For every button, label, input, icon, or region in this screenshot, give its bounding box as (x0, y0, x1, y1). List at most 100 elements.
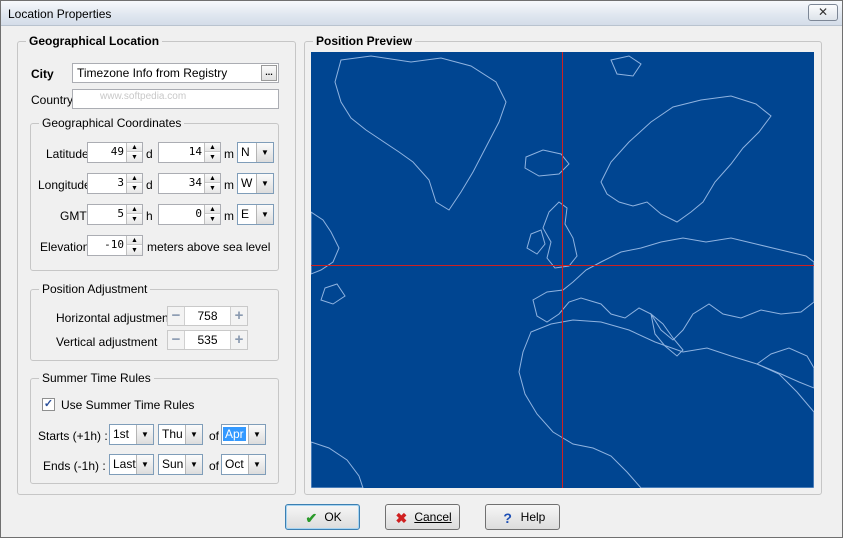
location-properties-dialog: Location Properties ✕ Geographical Locat… (0, 0, 843, 538)
use-summer-time-checkbox[interactable]: ✓ (42, 398, 55, 411)
world-map-preview[interactable] (311, 52, 814, 488)
city-browse-button[interactable]: ... (261, 65, 277, 81)
chevron-down-icon[interactable]: ▼ (256, 174, 273, 193)
country-label: Country (31, 93, 74, 107)
ok-button[interactable]: ✔ OK (285, 504, 360, 530)
spin-up-icon[interactable]: ▲ (127, 143, 142, 152)
spin-down-icon[interactable]: ▼ (205, 215, 220, 224)
window-title: Location Properties (8, 7, 112, 21)
chevron-down-icon[interactable]: ▼ (248, 455, 265, 474)
cancel-button[interactable]: ✖ Cancel (385, 504, 460, 530)
close-icon: ✖ (395, 510, 408, 526)
horizontal-adjustment-value: 758 (197, 309, 218, 323)
chevron-down-icon[interactable]: ▼ (136, 455, 153, 474)
spin-down-icon[interactable]: ▼ (127, 215, 142, 224)
latitude-minutes-unit: m (224, 147, 234, 161)
help-icon: ? (503, 510, 512, 526)
longitude-degrees-spinner[interactable]: 3 ▲ ▼ (87, 173, 143, 194)
latitude-direction-select[interactable]: N ▼ (237, 142, 274, 163)
spinner-arrows: ▲ ▼ (204, 174, 220, 193)
starts-week-select[interactable]: 1st ▼ (109, 424, 154, 445)
gmt-label: GMT (60, 209, 87, 223)
longitude-degrees-value: 3 (117, 176, 124, 189)
longitude-minutes-spinner[interactable]: 34 ▲ ▼ (158, 173, 221, 194)
minus-icon[interactable]: − (168, 331, 185, 349)
spinner-arrows: ▲ ▼ (204, 205, 220, 224)
ends-week-select[interactable]: Last ▼ (109, 454, 154, 475)
spin-up-icon[interactable]: ▲ (127, 174, 142, 183)
use-summer-time-label[interactable]: Use Summer Time Rules (61, 398, 194, 412)
spin-down-icon[interactable]: ▼ (127, 184, 142, 193)
ends-of-label: of (209, 459, 220, 473)
coastline-south-america (311, 441, 364, 488)
elevation-value: -10 (104, 238, 124, 251)
elevation-spinner[interactable]: -10 ▲ ▼ (87, 235, 143, 256)
chevron-down-icon[interactable]: ▼ (248, 425, 265, 444)
gmt-minutes-spinner[interactable]: 0 ▲ ▼ (158, 204, 221, 225)
spin-down-icon[interactable]: ▼ (205, 153, 220, 162)
position-preview-heading: Position Preview (313, 34, 416, 48)
spin-down-icon[interactable]: ▼ (127, 153, 142, 162)
horizontal-adjustment-label: Horizontal adjustment (56, 311, 173, 325)
spinner-arrows: ▲ ▼ (204, 143, 220, 162)
latitude-label: Latitude (46, 147, 89, 161)
spin-down-icon[interactable]: ▼ (127, 246, 142, 255)
latitude-degrees-unit: d (146, 147, 153, 161)
chevron-down-icon[interactable]: ▼ (256, 205, 273, 224)
spin-up-icon[interactable]: ▲ (205, 205, 220, 214)
vertical-adjustment-stepper[interactable]: − 535 + (167, 330, 248, 350)
starts-month-select[interactable]: Apr ▼ (221, 424, 266, 445)
spin-up-icon[interactable]: ▲ (127, 205, 142, 214)
ok-label: OK (324, 510, 342, 524)
chevron-down-icon[interactable]: ▼ (185, 455, 202, 474)
plus-icon[interactable]: + (230, 331, 247, 349)
vertical-adjustment-label: Vertical adjustment (56, 335, 158, 349)
elevation-unit: meters above sea level (147, 240, 271, 254)
ends-month-select[interactable]: Oct ▼ (221, 454, 266, 475)
longitude-minutes-unit: m (224, 178, 234, 192)
coordinates-heading: Geographical Coordinates (39, 116, 185, 130)
chevron-down-icon[interactable]: ▼ (185, 425, 202, 444)
longitude-direction-select[interactable]: W ▼ (237, 173, 274, 194)
close-button[interactable]: ✕ (808, 4, 838, 21)
coastline-greenland (334, 55, 507, 211)
ends-month-value: Oct (225, 457, 244, 471)
starts-label: Starts (+1h) : (38, 429, 108, 443)
gmt-minutes-value: 0 (195, 207, 202, 220)
elevation-label: Elevation (40, 240, 90, 254)
horizontal-adjustment-stepper[interactable]: − 758 + (167, 306, 248, 326)
spin-up-icon[interactable]: ▲ (205, 174, 220, 183)
title-bar: Location Properties ✕ (1, 1, 842, 26)
longitude-minutes-value: 34 (188, 176, 202, 189)
latitude-minutes-value: 14 (188, 145, 202, 158)
chevron-down-icon[interactable]: ▼ (256, 143, 273, 162)
chevron-down-icon[interactable]: ▼ (136, 425, 153, 444)
coastline-svalbard (610, 55, 642, 77)
latitude-degrees-spinner[interactable]: 49 ▲ ▼ (87, 142, 143, 163)
spinner-arrows: ▲ ▼ (126, 236, 142, 255)
vertical-adjustment-value: 535 (197, 333, 218, 347)
gmt-hours-value: 5 (117, 207, 124, 220)
coastline-north-america (311, 211, 346, 305)
spinner-arrows: ▲ ▼ (126, 174, 142, 193)
starts-day-value: Thu (162, 427, 183, 441)
gmt-direction-select[interactable]: E ▼ (237, 204, 274, 225)
ends-day-select[interactable]: Sun ▼ (158, 454, 203, 475)
minus-icon[interactable]: − (168, 307, 185, 325)
latitude-direction-value: N (241, 145, 250, 159)
city-field[interactable]: Timezone Info from Registry ... (72, 63, 279, 83)
map-svg (311, 52, 814, 488)
starts-day-select[interactable]: Thu ▼ (158, 424, 203, 445)
latitude-degrees-value: 49 (110, 145, 124, 158)
gmt-hours-spinner[interactable]: 5 ▲ ▼ (87, 204, 143, 225)
coastline-europe (532, 237, 814, 341)
spin-down-icon[interactable]: ▼ (205, 184, 220, 193)
spin-up-icon[interactable]: ▲ (205, 143, 220, 152)
ends-week-value: Last (113, 457, 136, 471)
help-button[interactable]: ? Help (485, 504, 560, 530)
latitude-minutes-spinner[interactable]: 14 ▲ ▼ (158, 142, 221, 163)
plus-icon[interactable]: + (230, 307, 247, 325)
longitude-direction-value: W (241, 176, 253, 190)
spin-up-icon[interactable]: ▲ (127, 236, 142, 245)
starts-of-label: of (209, 429, 220, 443)
